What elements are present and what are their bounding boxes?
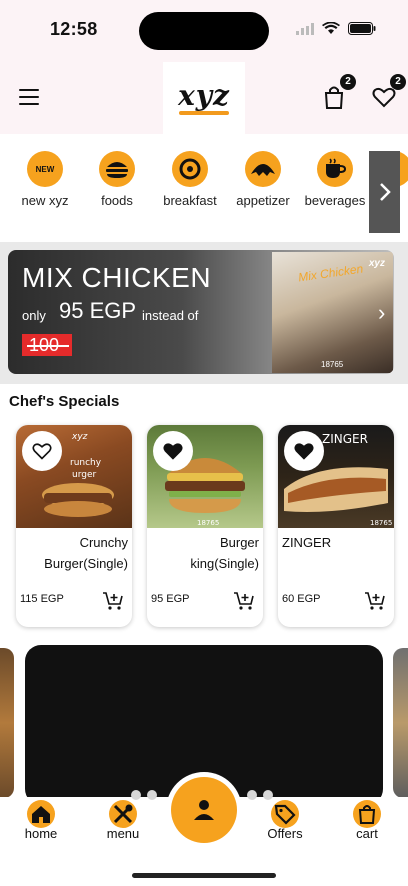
logo-text: xyz <box>178 78 230 112</box>
category-new-xyz[interactable]: NEW new xyz <box>7 151 83 208</box>
product-card[interactable]: ZINGER 18765 ZINGER 60 EGP <box>278 425 394 627</box>
carousel-next-card[interactable] <box>393 648 408 798</box>
banner-old-price: 100 <box>22 334 72 356</box>
category-breakfast[interactable]: breakfast <box>152 151 228 208</box>
nav-label: Offers <box>267 826 303 841</box>
brand-logo[interactable]: xyz <box>163 62 245 134</box>
svg-text:18765: 18765 <box>370 519 392 527</box>
heart-filled-icon <box>294 443 314 460</box>
cart-button[interactable]: 2 <box>321 74 356 110</box>
nav-cart[interactable]: cart <box>337 800 397 841</box>
utensils-icon <box>109 800 137 828</box>
product-card[interactable]: xyz runchy urger Crunchy Burger(Single) 11… <box>16 425 132 627</box>
promo-banner[interactable]: MIX CHICKEN only 95 EGP instead of 100 M… <box>8 250 394 374</box>
nav-label: menu <box>106 826 140 841</box>
home-indicator <box>132 873 276 878</box>
app-header: xyz 2 2 <box>0 62 408 134</box>
category-foods[interactable]: foods <box>79 151 155 208</box>
add-to-cart-icon[interactable] <box>233 591 255 611</box>
status-bar: 12:58 <box>0 0 408 62</box>
product-name: Burger king(Single) <box>190 535 259 571</box>
category-label: appetizer <box>236 193 290 208</box>
favorites-button[interactable]: 2 <box>371 74 406 110</box>
battery-icon <box>348 22 376 35</box>
promo-banner-section: MIX CHICKEN only 95 EGP instead of 100 M… <box>0 242 408 384</box>
heart-filled-icon <box>163 443 183 460</box>
product-name: Crunchy Burger(Single) <box>44 535 128 571</box>
nav-menu[interactable]: menu <box>93 800 153 841</box>
banner-price: 95 EGP <box>59 298 137 323</box>
banner-only-text: only <box>22 308 46 323</box>
wifi-icon <box>322 22 340 34</box>
svg-text:ZINGER: ZINGER <box>322 432 368 446</box>
favorite-toggle[interactable] <box>22 431 62 471</box>
banner-chevron-icon: › <box>378 300 386 325</box>
home-icon <box>27 800 55 828</box>
signal-icon <box>296 22 314 35</box>
product-price: 115 EGP <box>20 593 64 605</box>
status-time: 12:58 <box>50 19 98 39</box>
category-bar: NEW new xyz foods breakfast appetizer be… <box>0 141 408 235</box>
banner-photo-caption: Mix Chicken <box>297 261 365 285</box>
shopping-bag-icon <box>353 800 381 828</box>
hamburger-menu-icon[interactable] <box>19 89 39 105</box>
favorite-toggle[interactable] <box>284 431 324 471</box>
category-scroll-next-button[interactable] <box>369 151 400 233</box>
new-badge-icon: NEW <box>27 151 63 187</box>
breakfast-icon <box>172 151 208 187</box>
burger-icon <box>99 151 135 187</box>
product-name: ZINGER <box>282 535 332 550</box>
banner-photo-number: 18765 <box>321 360 344 369</box>
heart-outline-icon <box>32 443 52 460</box>
banner-food-photo: Mix Chicken xyz 18765 <box>272 252 393 373</box>
svg-text:18765: 18765 <box>197 519 219 527</box>
category-label: foods <box>101 193 133 208</box>
add-to-cart-icon[interactable] <box>364 591 386 611</box>
banner-title: MIX CHICKEN <box>22 262 212 293</box>
nav-label: cart <box>356 826 378 841</box>
product-price: 95 EGP <box>151 593 190 605</box>
banner-photo-logo: xyz <box>368 258 385 269</box>
banner-instead-text: instead of <box>142 308 199 323</box>
user-icon <box>194 800 214 820</box>
category-appetizer[interactable]: appetizer <box>225 151 301 208</box>
cart-count-badge: 2 <box>340 74 356 90</box>
nav-home[interactable]: home <box>11 800 71 841</box>
profile-button[interactable] <box>171 777 237 843</box>
tag-icon <box>271 800 299 828</box>
product-price: 60 EGP <box>282 593 321 605</box>
product-card[interactable]: 18765 Burger king(Single) 95 EGP <box>147 425 263 627</box>
category-beverages[interactable]: beverages <box>297 151 373 208</box>
dynamic-island <box>139 12 269 50</box>
section-title-chefs-specials: Chef's Specials <box>9 393 120 410</box>
svg-text:urger: urger <box>72 470 96 480</box>
logo-swoosh <box>179 110 229 115</box>
svg-text:xyz: xyz <box>71 432 88 442</box>
svg-text:runchy: runchy <box>70 458 102 468</box>
category-label: new xyz <box>21 193 69 208</box>
carousel-prev-card[interactable] <box>0 648 14 798</box>
favorites-count-badge: 2 <box>390 74 406 90</box>
coffee-cup-icon <box>317 151 353 187</box>
croissant-icon <box>245 151 281 187</box>
status-icons <box>296 22 376 35</box>
add-to-cart-icon[interactable] <box>102 591 124 611</box>
category-label: breakfast <box>163 193 217 208</box>
favorite-toggle[interactable] <box>153 431 193 471</box>
nav-label: home <box>24 826 58 841</box>
nav-offers[interactable]: Offers <box>255 800 315 841</box>
category-label: beverages <box>304 193 366 208</box>
chevron-right-icon <box>379 183 391 201</box>
